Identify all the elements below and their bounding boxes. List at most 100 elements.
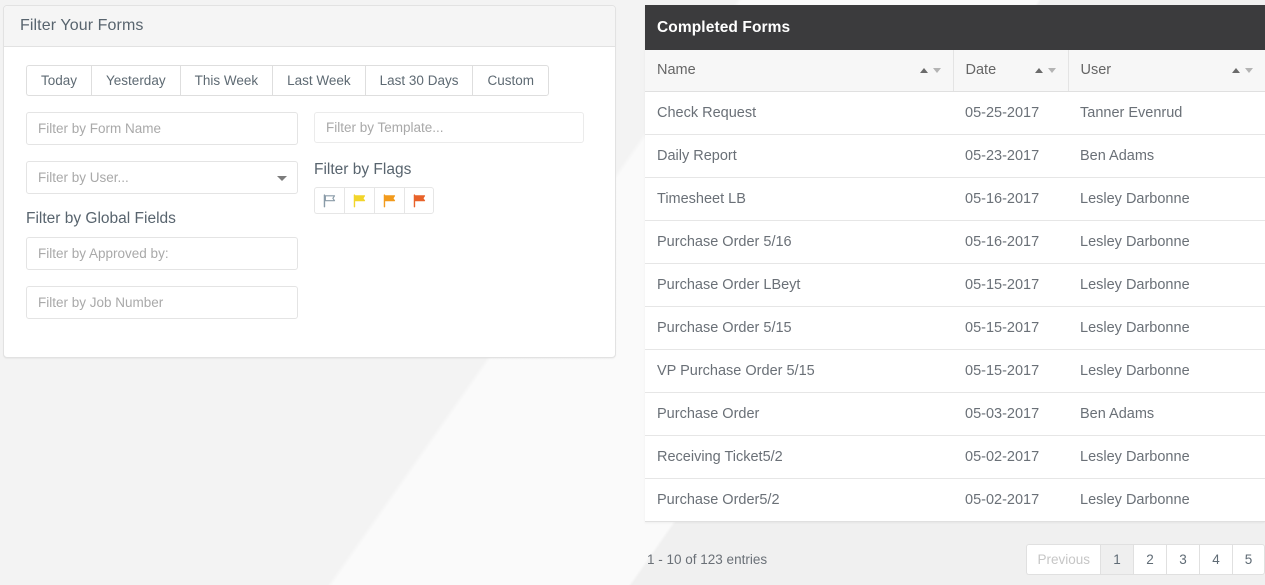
job-number-input[interactable]: [26, 286, 298, 319]
flag-orange-icon: [382, 193, 397, 208]
form-user-cell: Ben Adams: [1068, 392, 1265, 436]
date-range-button-label: Today: [41, 73, 78, 88]
date-range-button-label: Last Week: [287, 73, 351, 88]
table-row[interactable]: VP Purchase Order 5/15 05-15-2017 Lesley D…: [645, 349, 1265, 393]
table-row[interactable]: Receiving Ticket5/2 05-02-2017 Lesley Darb…: [645, 435, 1265, 479]
date-range-button-label: Yesterday: [106, 73, 166, 88]
pagination-page-button[interactable]: 5: [1232, 543, 1265, 575]
date-range-button[interactable]: Custom: [472, 65, 549, 96]
table-row[interactable]: Timesheet LB 05-16-2017 Lesley Darbonne: [645, 177, 1265, 221]
flag-filter-group: [314, 187, 584, 214]
date-range-button[interactable]: This Week: [179, 65, 273, 96]
table-body: Check Request 05-25-2017 Tanner Evenrud Dai…: [645, 91, 1265, 522]
table-row[interactable]: Daily Report 05-23-2017 Ben Adams: [645, 134, 1265, 178]
date-range-button-group: Today Yesterday This Week Last Week Last 30 …: [26, 65, 593, 96]
table-header-cell[interactable]: Name: [645, 50, 953, 92]
form-user-cell: Lesley Darbonne: [1068, 306, 1265, 350]
flag-filter-button[interactable]: [344, 187, 374, 214]
flag-red-icon: [412, 193, 427, 208]
pagination-button-label: 1: [1113, 551, 1121, 567]
table-header-label: User: [1080, 62, 1112, 79]
date-range-button[interactable]: Yesterday: [91, 65, 180, 96]
user-select[interactable]: Filter by User...: [26, 161, 298, 194]
approved-by-input[interactable]: [26, 237, 298, 270]
flag-filter-button[interactable]: [314, 187, 344, 214]
date-range-button-label: Last 30 Days: [379, 73, 459, 88]
filter-left-column: Filter by User... Filter by Global Field…: [26, 112, 298, 319]
form-date-cell: 05-23-2017: [953, 134, 1068, 178]
form-user-cell: Lesley Darbonne: [1068, 435, 1265, 479]
pagination-button-label: 2: [1146, 551, 1154, 567]
template-input[interactable]: [314, 112, 584, 143]
table-row[interactable]: Purchase Order 05-03-2017 Ben Adams: [645, 392, 1265, 436]
pagination-page-button[interactable]: 4: [1199, 543, 1232, 575]
pagination-button-label: 5: [1244, 551, 1253, 567]
table-header-cell[interactable]: Date: [952, 50, 1068, 92]
table-row[interactable]: Purchase Order 5/15 05-15-2017 Lesley Darb…: [645, 306, 1265, 350]
flag-filter-button[interactable]: [374, 187, 404, 214]
filter-forms-panel: Filter Your Forms Today Yesterday This Wee…: [3, 5, 616, 358]
sort-descending-icon[interactable]: [932, 67, 941, 73]
sort-descending-icon[interactable]: [1047, 67, 1056, 73]
form-date-cell: 05-16-2017: [953, 220, 1068, 264]
form-date-cell: 05-02-2017: [953, 478, 1068, 522]
date-range-button[interactable]: Today: [26, 65, 92, 96]
form-name-cell: Daily Report: [645, 134, 953, 178]
pagination-button-label: 4: [1212, 551, 1220, 567]
sort-ascending-icon[interactable]: [1034, 67, 1043, 73]
sort-descending-icon[interactable]: [1245, 67, 1253, 73]
form-name-cell: Purchase Order 5/15: [645, 306, 953, 350]
flag-yellow-icon: [352, 193, 367, 208]
flag-filter-button[interactable]: [404, 187, 434, 214]
date-range-button-label: Custom: [487, 73, 534, 88]
pagination-page-button[interactable]: 3: [1166, 543, 1199, 575]
flag-none-icon: [322, 193, 337, 208]
chevron-down-icon: [277, 175, 287, 181]
filter-right-column: Filter by Flags: [314, 112, 584, 319]
filter-panel-header: Filter Your Forms: [4, 6, 615, 47]
sort-arrows-icon[interactable]: [919, 67, 941, 73]
form-name-cell: Check Request: [645, 91, 953, 135]
form-date-cell: 05-15-2017: [953, 263, 1068, 307]
global-fields-label: Filter by Global Fields: [26, 210, 176, 227]
form-user-cell: Lesley Darbonne: [1068, 478, 1265, 522]
pagination-page-button[interactable]: 1: [1100, 543, 1133, 575]
sort-arrows-icon[interactable]: [1232, 67, 1253, 73]
table-row[interactable]: Purchase Order 5/16 05-16-2017 Lesley Darb…: [645, 220, 1265, 264]
completed-forms-title: Completed Forms: [657, 18, 791, 36]
page-root: Filter Your Forms Today Yesterday This Wee…: [0, 0, 1265, 585]
table-row[interactable]: Purchase Order LBeyt 05-15-2017 Lesley Dar…: [645, 263, 1265, 307]
form-name-cell: Timesheet LB: [645, 177, 953, 221]
form-date-cell: 05-25-2017: [953, 91, 1068, 135]
table-header-cell[interactable]: User: [1067, 50, 1265, 92]
pagination-page-button[interactable]: 2: [1133, 543, 1166, 575]
form-name-cell: Purchase Order5/2: [645, 478, 953, 522]
table-footer: 1 - 10 of 123 entries Previous 1 2 3 4 5: [645, 533, 1265, 585]
table-header-label: Date: [965, 62, 997, 79]
sort-arrows-icon[interactable]: [1034, 67, 1056, 73]
user-select-wrapper: Filter by User...: [26, 161, 298, 194]
table-row[interactable]: Purchase Order5/2 05-02-2017 Lesley Darbon…: [645, 478, 1265, 522]
user-select-value: Filter by User...: [38, 170, 129, 185]
sort-ascending-icon[interactable]: [919, 67, 928, 73]
form-date-cell: 05-15-2017: [953, 306, 1068, 350]
form-user-cell: Lesley Darbonne: [1068, 349, 1265, 393]
pagination: Previous 1 2 3 4 5: [1026, 543, 1265, 575]
sort-ascending-icon[interactable]: [1232, 67, 1240, 73]
table-header-row: Name Date User: [645, 50, 1265, 92]
form-user-cell: Ben Adams: [1068, 134, 1265, 178]
flags-label: Filter by Flags: [314, 161, 412, 178]
completed-forms-panel: Completed Forms Name Date User Check Reque…: [645, 5, 1265, 522]
form-user-cell: Lesley Darbonne: [1068, 220, 1265, 264]
date-range-button[interactable]: Last Week: [272, 65, 365, 96]
date-range-button-label: This Week: [194, 73, 259, 88]
table-row[interactable]: Check Request 05-25-2017 Tanner Evenrud: [645, 91, 1265, 135]
form-name-cell: Purchase Order 5/16: [645, 220, 953, 264]
form-name-input[interactable]: [26, 112, 298, 145]
form-date-cell: 05-03-2017: [953, 392, 1068, 436]
form-date-cell: 05-02-2017: [953, 435, 1068, 479]
form-name-cell: Purchase Order: [645, 392, 953, 436]
form-date-cell: 05-16-2017: [953, 177, 1068, 221]
date-range-button[interactable]: Last 30 Days: [364, 65, 473, 96]
completed-forms-table: Name Date User Check Request 05-25-2017 Tann…: [645, 50, 1265, 522]
